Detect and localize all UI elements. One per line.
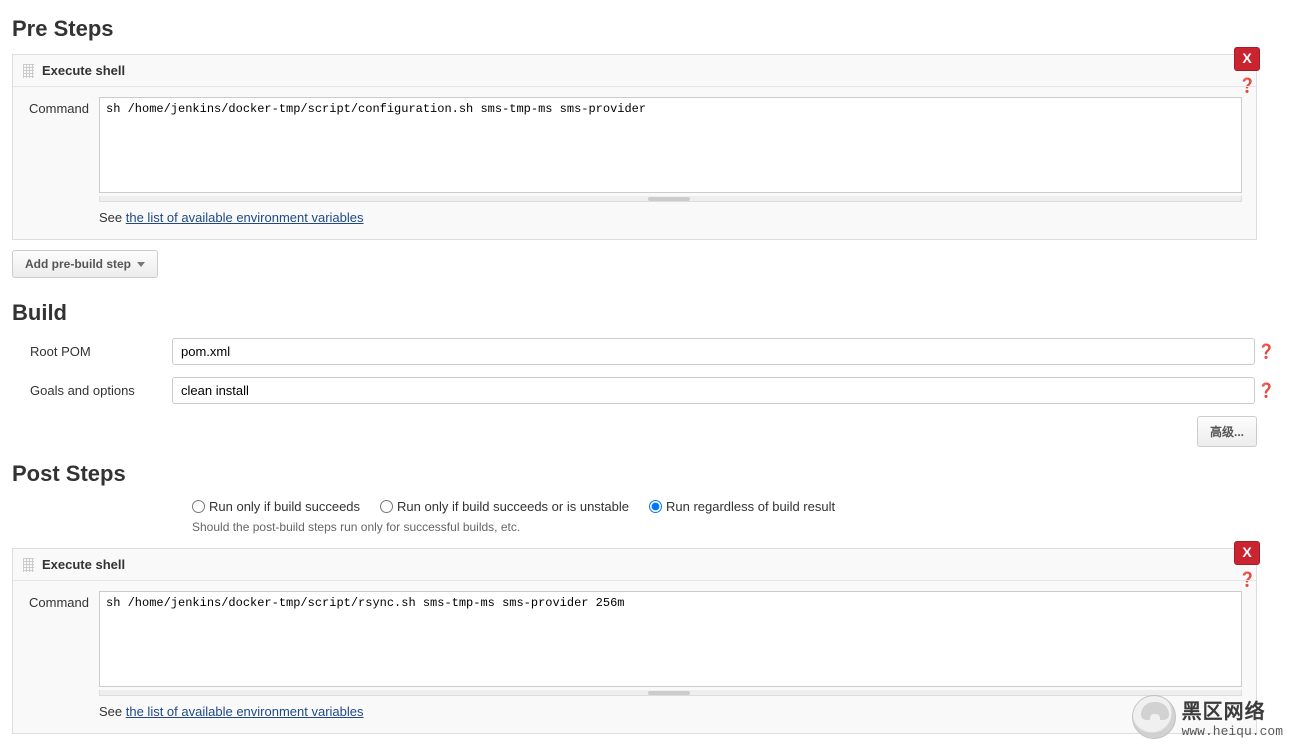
drag-handle-icon[interactable] [23,558,34,572]
advanced-label: 高级... [1210,423,1244,440]
see-prefix: See [99,704,126,719]
pre-steps-heading: Pre Steps [12,16,1279,42]
resize-handle[interactable] [99,690,1242,696]
see-prefix: See [99,210,126,225]
shell-step-title: Execute shell [42,557,125,572]
add-pre-build-step-button[interactable]: Add pre-build step [12,250,158,278]
radio-regardless[interactable]: Run regardless of build result [649,499,835,514]
post-steps-heading: Post Steps [12,461,1279,487]
env-vars-link[interactable]: the list of available environment variab… [126,704,364,719]
goals-label: Goals and options [12,383,172,398]
command-label: Command [27,97,99,116]
advanced-button[interactable]: 高级... [1197,416,1257,447]
resize-handle[interactable] [99,196,1242,202]
post-steps-radio-group: Run only if build succeeds Run only if b… [192,499,1279,514]
root-pom-label: Root POM [12,344,172,359]
post-steps-hint: Should the post-build steps run only for… [12,520,1279,534]
radio-unstable[interactable]: Run only if build succeeds or is unstabl… [380,499,629,514]
shell-step-title: Execute shell [42,63,125,78]
goals-input[interactable] [172,377,1255,404]
pre-steps-shell-panel: X ❓ Execute shell Command See the list o… [12,54,1257,240]
build-heading: Build [12,300,1279,326]
post-steps-shell-panel: X ❓ Execute shell Command See the list o… [12,548,1257,734]
help-icon[interactable]: ❓ [1258,382,1275,399]
root-pom-input[interactable] [172,338,1255,365]
env-vars-link[interactable]: the list of available environment variab… [126,210,364,225]
post-command-textarea[interactable] [99,591,1242,687]
command-label: Command [27,591,99,610]
chevron-down-icon [137,262,145,267]
drag-handle-icon[interactable] [23,64,34,78]
radio-succeeds[interactable]: Run only if build succeeds [192,499,360,514]
pre-command-textarea[interactable] [99,97,1242,193]
add-pre-build-step-label: Add pre-build step [25,257,131,271]
help-icon[interactable]: ❓ [1258,343,1275,360]
